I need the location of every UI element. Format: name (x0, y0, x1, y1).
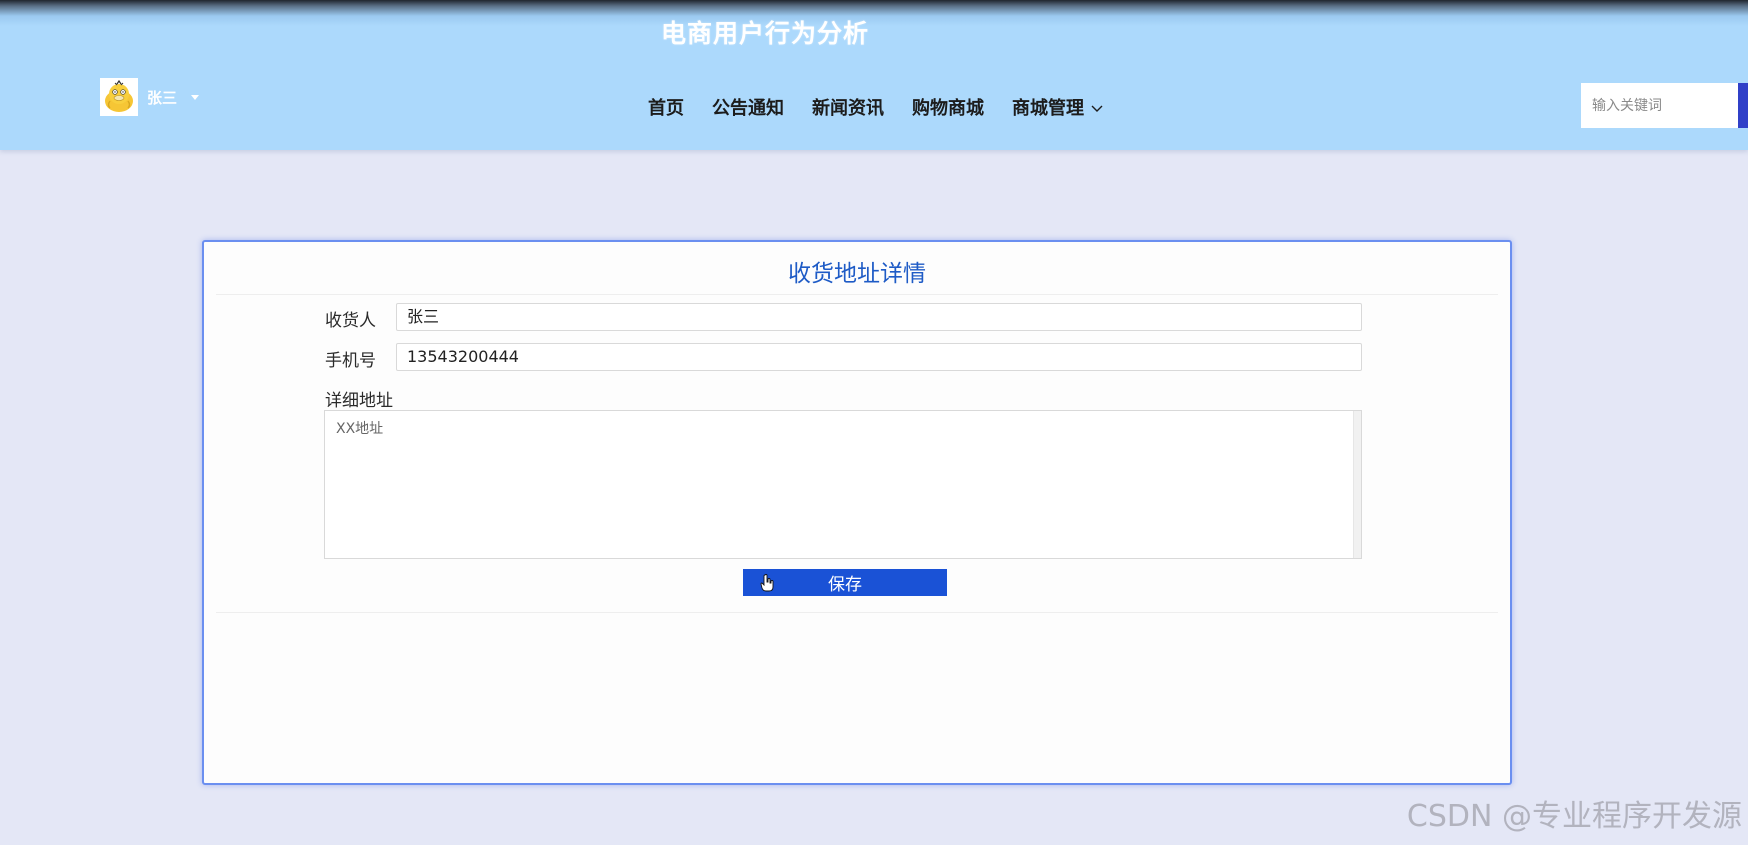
site-title: 电商用户行为分析 (660, 19, 869, 48)
textarea-scrollbar[interactable] (1353, 411, 1361, 558)
caret-down-icon[interactable] (191, 94, 200, 100)
nav-item-shop[interactable]: 购物商城 (912, 94, 984, 120)
nav-item-announcements[interactable]: 公告通知 (712, 94, 784, 120)
user-menu[interactable]: 张三 (100, 78, 200, 116)
page-title: 收货地址详情 (788, 261, 926, 287)
phone-field[interactable]: 13543200444 (396, 343, 1362, 371)
main-nav: 首页 公告通知 新闻资讯 购物商城 商城管理 (648, 94, 1132, 120)
address-textarea[interactable]: XX地址 (324, 410, 1362, 559)
search-input[interactable] (1581, 83, 1738, 128)
hand-cursor-icon (760, 574, 774, 597)
nav-item-shop-management[interactable]: 商城管理 (1012, 94, 1104, 120)
search-box (1581, 83, 1748, 128)
divider (216, 612, 1498, 613)
chevron-down-icon[interactable] (1090, 97, 1104, 118)
receiver-field[interactable]: 张三 (396, 303, 1362, 331)
divider (216, 294, 1498, 295)
nav-item-label: 购物商城 (912, 98, 984, 119)
address-value: XX地址 (336, 421, 384, 437)
nav-item-label: 新闻资讯 (812, 98, 884, 119)
nav-item-news[interactable]: 新闻资讯 (812, 94, 884, 120)
nav-item-label: 首页 (648, 98, 684, 119)
receiver-label: 收货人 (325, 311, 376, 331)
user-name[interactable]: 张三 (147, 87, 177, 108)
phone-label: 手机号 (325, 351, 376, 371)
nav-item-label: 商城管理 (1012, 98, 1084, 119)
top-header: 电商用户行为分析 张三 首页 公告通知 新闻资讯 购物商城 商城管理 输入关键词 (0, 0, 1748, 150)
watermark: CSDN @专业程序开发源 (1406, 799, 1742, 834)
address-detail-card: 收货地址详情 收货人 张三 手机号 13543200444 详细地址 XX地址 … (202, 240, 1512, 785)
save-button[interactable]: 保存 (743, 569, 947, 596)
save-button-label: 保存 (828, 575, 862, 595)
duck-avatar-icon[interactable] (100, 78, 138, 116)
nav-item-home[interactable]: 首页 (648, 94, 684, 120)
search-button[interactable] (1738, 83, 1748, 128)
nav-item-label: 公告通知 (712, 98, 784, 119)
address-label: 详细地址 (325, 391, 393, 411)
